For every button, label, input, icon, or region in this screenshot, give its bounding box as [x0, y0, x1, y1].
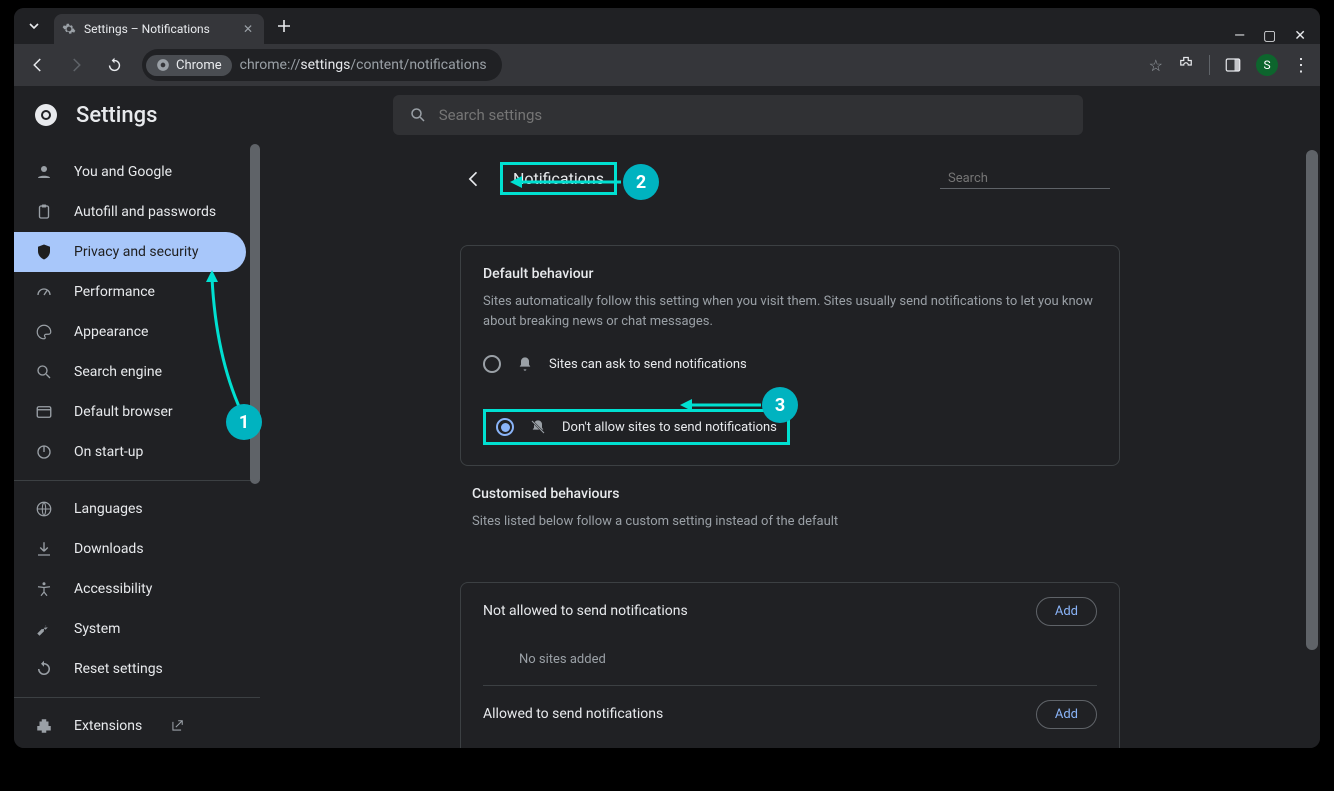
extensions-button[interactable] — [1177, 56, 1195, 74]
panel-back-button[interactable] — [460, 165, 488, 193]
clipboard-icon — [34, 203, 54, 221]
sidebar-item-performance[interactable]: Performance — [14, 272, 246, 312]
restore-icon — [34, 660, 54, 678]
customised-behaviours-header: Customised behaviours Sites listed below… — [450, 486, 1130, 532]
tab-search-button[interactable] — [20, 12, 48, 40]
new-tab-button[interactable] — [270, 12, 298, 40]
panel-title: Notifications — [513, 169, 604, 188]
close-tab-button[interactable]: ✕ — [240, 21, 256, 37]
default-behaviour-title: Default behaviour — [483, 266, 1097, 282]
radio-sites-can-ask[interactable]: Sites can ask to send notifications — [483, 349, 1097, 379]
browser-tab[interactable]: Settings – Notifications ✕ — [54, 14, 264, 44]
profile-avatar[interactable]: S — [1256, 54, 1278, 76]
address-bar[interactable]: Chrome chrome://settings/content/notific… — [142, 49, 502, 81]
power-icon — [34, 443, 54, 461]
sidebar-item-on-startup[interactable]: On start-up — [14, 432, 246, 472]
back-button[interactable] — [24, 51, 52, 79]
browser-icon — [34, 403, 54, 421]
not-allowed-empty: No sites added — [461, 640, 1119, 685]
sidebar-scrollbar[interactable] — [250, 144, 260, 484]
forward-button[interactable] — [62, 51, 90, 79]
side-panel-button[interactable] — [1224, 56, 1242, 74]
settings-app-header: Settings — [14, 86, 1320, 144]
customised-behaviours-card: Not allowed to send notifications Add No… — [460, 582, 1120, 749]
wrench-icon — [34, 620, 54, 638]
radio-dont-allow-highlight: Don't allow sites to send notifications — [483, 409, 790, 445]
download-icon — [34, 540, 54, 558]
bell-off-icon — [530, 419, 546, 435]
speedometer-icon — [34, 283, 54, 301]
default-behaviour-desc: Sites automatically follow this setting … — [483, 292, 1097, 331]
add-not-allowed-button[interactable]: Add — [1036, 597, 1097, 626]
sidebar-item-privacy-security[interactable]: Privacy and security — [14, 232, 246, 272]
window-controls: — ▢ ✕ — [1234, 28, 1314, 44]
not-allowed-row: Not allowed to send notifications Add — [461, 583, 1119, 640]
chrome-logo-icon — [34, 103, 58, 127]
panel-search[interactable] — [940, 169, 1110, 189]
tab-bar: Settings – Notifications ✕ — ▢ ✕ — [14, 8, 1320, 44]
default-behaviour-card: Default behaviour Sites automatically fo… — [460, 245, 1120, 466]
external-link-icon — [170, 719, 184, 733]
sidebar-item-default-browser[interactable]: Default browser — [14, 392, 246, 432]
gear-icon — [62, 22, 76, 36]
accessibility-icon — [34, 580, 54, 598]
radio-selected-icon — [496, 418, 514, 436]
sidebar-item-system[interactable]: System — [14, 609, 246, 649]
settings-search-input[interactable] — [439, 106, 1067, 124]
minimize-button[interactable]: — — [1234, 28, 1245, 44]
sidebar-item-extensions[interactable]: Extensions — [14, 706, 246, 746]
person-icon — [34, 163, 54, 181]
settings-main: Notifications Default behaviour Sites au… — [260, 144, 1320, 748]
sidebar-item-accessibility[interactable]: Accessibility — [14, 569, 246, 609]
search-icon — [34, 363, 54, 381]
chrome-icon — [156, 58, 170, 72]
settings-search[interactable] — [393, 95, 1083, 135]
close-window-button[interactable]: ✕ — [1294, 28, 1306, 44]
radio-dont-allow[interactable]: Don't allow sites to send notifications — [496, 418, 777, 436]
shield-icon — [34, 243, 54, 261]
sidebar-item-languages[interactable]: Languages — [14, 489, 246, 529]
sidebar-item-appearance[interactable]: Appearance — [14, 312, 246, 352]
panel-search-input[interactable] — [948, 171, 1114, 186]
sidebar-item-reset[interactable]: Reset settings — [14, 649, 246, 689]
bookmark-button[interactable]: ☆ — [1149, 56, 1163, 75]
settings-sidebar: You and Google Autofill and passwords Pr… — [14, 144, 260, 748]
panel-title-highlight: Notifications — [500, 162, 617, 195]
bell-icon — [517, 356, 533, 372]
allowed-site-row[interactable]: P https://in.pinterest.com:443 ▸ ⋮ — [461, 743, 1119, 749]
browser-toolbar: Chrome chrome://settings/content/notific… — [14, 44, 1320, 86]
maximize-button[interactable]: ▢ — [1263, 28, 1276, 44]
sidebar-item-search-engine[interactable]: Search engine — [14, 352, 246, 392]
panel-header: Notifications — [450, 162, 1130, 195]
sidebar-item-downloads[interactable]: Downloads — [14, 529, 246, 569]
palette-icon — [34, 323, 54, 341]
url-text: chrome://settings/content/notifications — [232, 57, 487, 73]
radio-unselected-icon — [483, 355, 501, 373]
browser-window: Settings – Notifications ✕ — ▢ ✕ Chrome — [14, 8, 1320, 748]
settings-title: Settings — [76, 103, 157, 128]
puzzle-icon — [34, 717, 54, 735]
main-scrollbar[interactable] — [1306, 150, 1318, 650]
tab-title: Settings – Notifications — [84, 22, 210, 36]
add-allowed-button[interactable]: Add — [1036, 700, 1097, 729]
globe-icon — [34, 500, 54, 518]
browser-menu-button[interactable]: ⋮ — [1292, 55, 1310, 76]
reload-button[interactable] — [100, 51, 128, 79]
allowed-row: Allowed to send notifications Add — [461, 686, 1119, 743]
search-icon — [409, 106, 427, 124]
site-chip[interactable]: Chrome — [146, 55, 232, 76]
sidebar-item-autofill[interactable]: Autofill and passwords — [14, 192, 246, 232]
sidebar-item-you-and-google[interactable]: You and Google — [14, 152, 246, 192]
